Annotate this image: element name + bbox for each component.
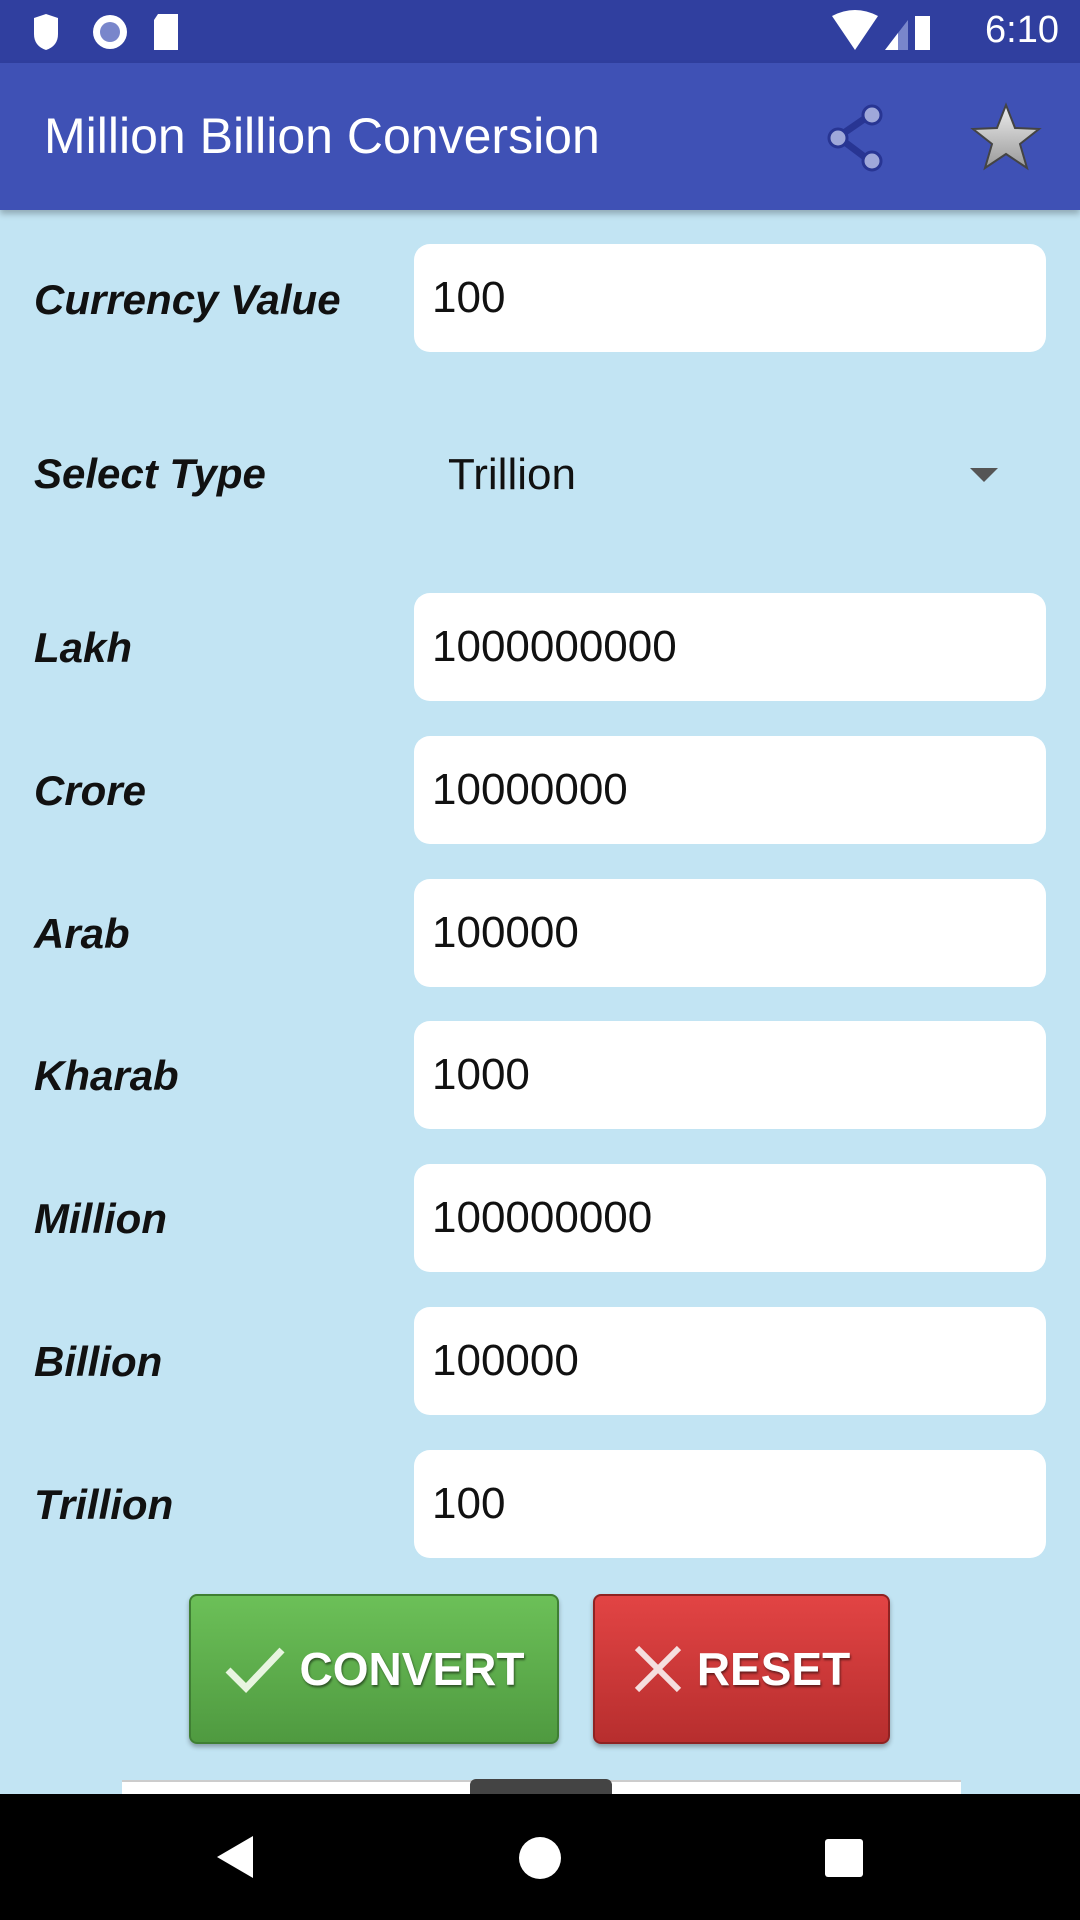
share-icon[interactable]: [820, 103, 890, 173]
reset-label: RESET: [696, 1643, 851, 1695]
wifi-icon: [832, 10, 878, 50]
star-icon[interactable]: [970, 101, 1042, 173]
currency-value-input[interactable]: [414, 244, 1046, 352]
type-selected: Trillion: [448, 450, 576, 499]
convert-button[interactable]: CONVERT: [189, 1594, 559, 1744]
recents-icon[interactable]: [824, 1838, 864, 1878]
back-icon[interactable]: [215, 1834, 255, 1880]
dropdown-arrow-icon: [970, 468, 998, 482]
shield-icon: [34, 14, 58, 50]
billion-label: Billion: [34, 1338, 163, 1385]
home-icon[interactable]: [518, 1836, 562, 1880]
kharab-label: Kharab: [34, 1052, 179, 1099]
status-bar: 6:10: [0, 0, 1080, 63]
app-title: Million Billion Conversion: [44, 108, 600, 164]
kharab-field[interactable]: [414, 1021, 1046, 1129]
billion-field[interactable]: [414, 1307, 1046, 1415]
trillion-field[interactable]: [414, 1450, 1046, 1558]
navigation-bar: [0, 1794, 1080, 1920]
crore-label: Crore: [34, 767, 147, 814]
lakh-label: Lakh: [34, 624, 133, 671]
type-dropdown[interactable]: Trillion: [414, 430, 1046, 520]
trillion-label: Trillion: [34, 1481, 174, 1528]
crore-field[interactable]: [414, 736, 1046, 844]
lakh-field[interactable]: [414, 593, 1046, 701]
notification-icons: [34, 14, 178, 50]
reset-button[interactable]: RESET: [593, 1594, 890, 1744]
sd-card-icon: [154, 14, 178, 50]
million-field[interactable]: [414, 1164, 1046, 1272]
check-icon: [225, 1647, 285, 1694]
select-type-label: Select Type: [34, 450, 266, 497]
clock: 6:10: [985, 9, 1059, 51]
arab-field[interactable]: [414, 879, 1046, 987]
battery-charging-icon: [915, 16, 930, 50]
system-icons: [832, 10, 930, 50]
million-label: Million: [34, 1195, 167, 1242]
currency-value-label: Currency Value: [34, 276, 341, 323]
convert-label: CONVERT: [299, 1643, 525, 1695]
arab-label: Arab: [34, 910, 130, 957]
close-icon: [634, 1645, 681, 1693]
app-bar: Million Billion Conversion: [0, 63, 1080, 210]
